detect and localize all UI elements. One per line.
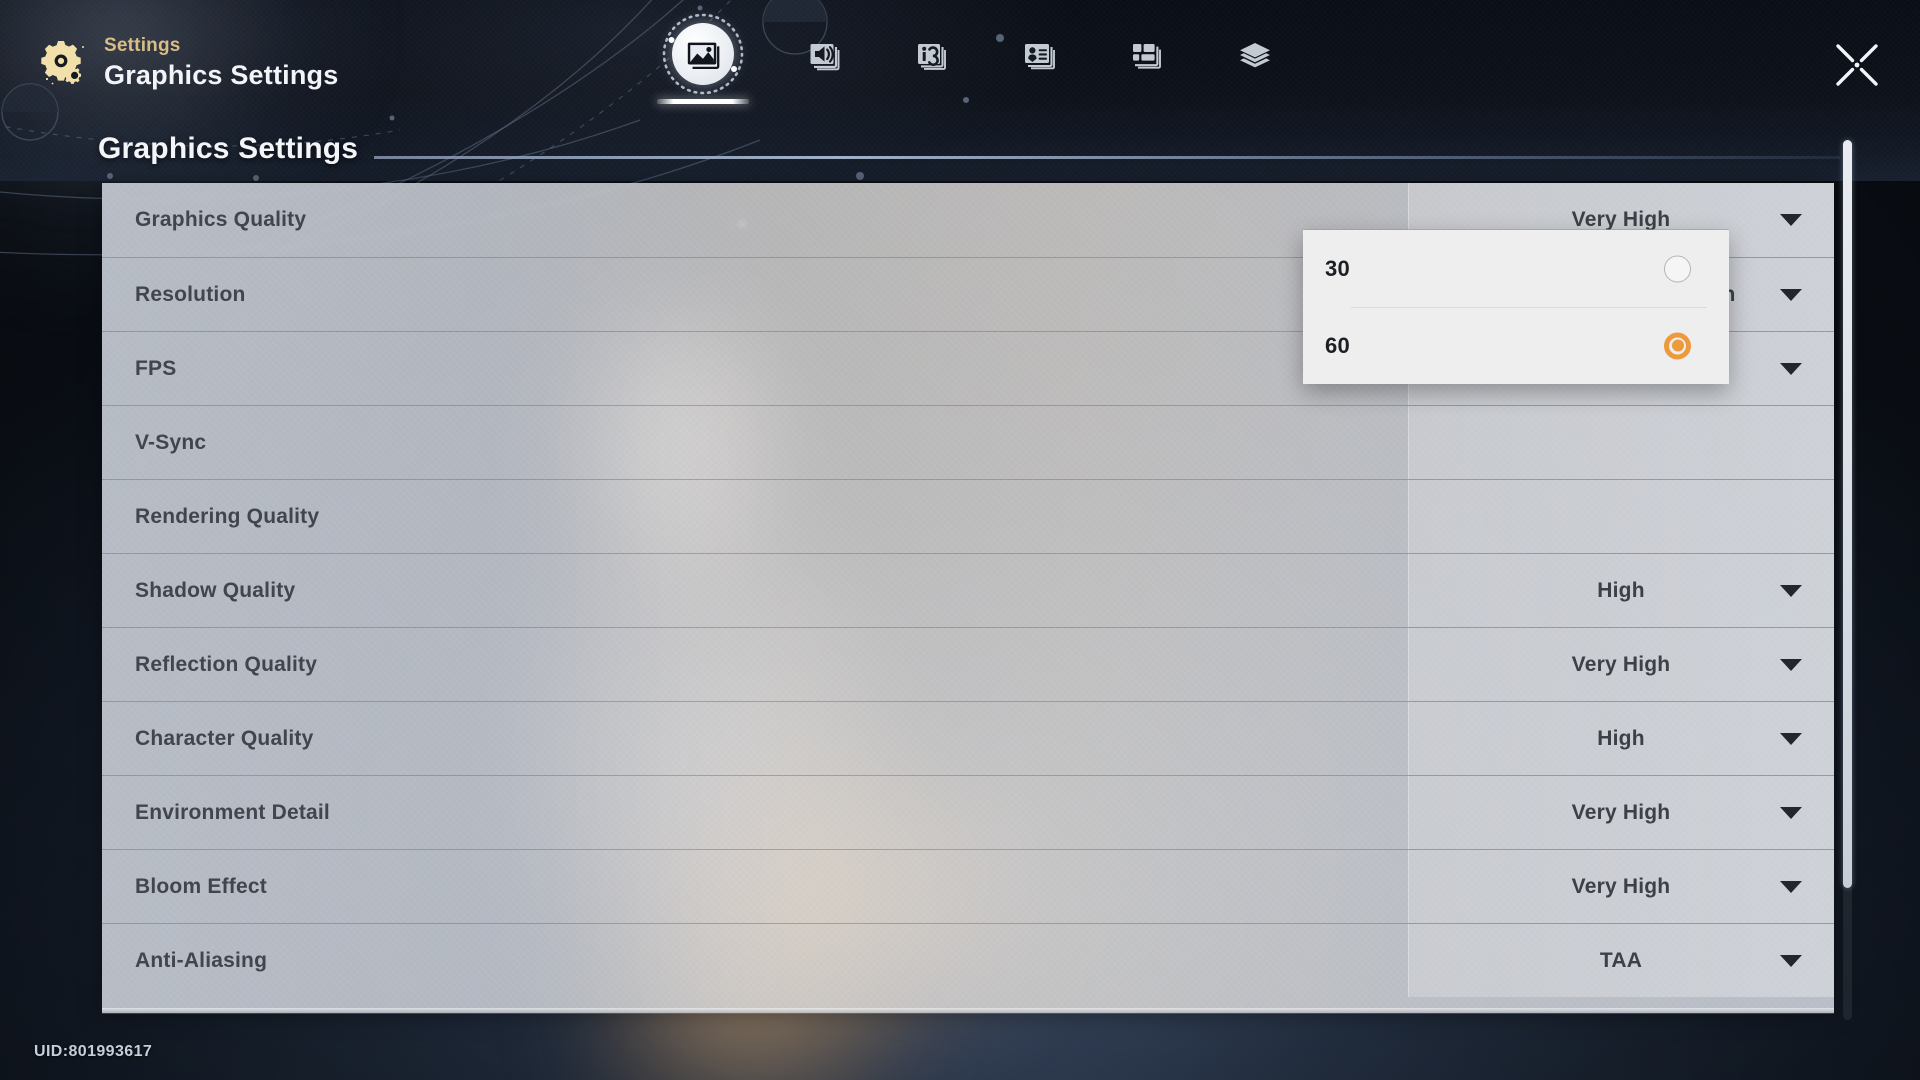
- section-header: Graphics Settings: [98, 134, 1840, 164]
- settings-row-label: Environment Detail: [135, 800, 330, 824]
- settings-row-label: Reflection Quality: [135, 652, 318, 676]
- fps-dropdown-menu[interactable]: 30 60: [1303, 230, 1729, 384]
- settings-row-value-dropdown[interactable]: Very High: [1408, 850, 1834, 923]
- settings-row-value-text: Very High: [1571, 874, 1671, 898]
- chevron-down-icon: [1780, 214, 1802, 226]
- settings-row-value-dropdown[interactable]: [1408, 406, 1834, 479]
- layout-grid-icon: [1133, 44, 1161, 69]
- dropdown-option-label: 30: [1325, 255, 1351, 281]
- dropdown-option-label: 60: [1325, 332, 1351, 358]
- settings-row-value-text: Very High: [1571, 652, 1671, 676]
- dropdown-option[interactable]: 60: [1303, 307, 1729, 384]
- settings-row-label: Rendering Quality: [135, 504, 320, 528]
- settings-row-value-text: High: [1597, 578, 1645, 602]
- settings-row: Environment Detail Very High: [102, 775, 1834, 849]
- language-i3-icon: [918, 44, 946, 70]
- settings-row-label: Shadow Quality: [135, 578, 296, 602]
- tab-active-underline: [657, 99, 749, 104]
- dropdown-option[interactable]: 30: [1303, 230, 1729, 307]
- settings-row-value-text: High: [1597, 726, 1645, 750]
- chevron-down-icon: [1780, 658, 1802, 671]
- tab-audio[interactable]: [792, 18, 854, 90]
- brand-category: Settings: [104, 35, 181, 56]
- chevron-down-icon: [1780, 732, 1802, 745]
- speaker-volume-icon: [810, 44, 840, 71]
- settings-row-value-dropdown[interactable]: TAA: [1408, 924, 1834, 997]
- gear-icon: [38, 37, 90, 89]
- chevron-down-icon: [1780, 288, 1802, 301]
- chevron-down-icon: [1780, 806, 1802, 819]
- image-picture-icon: [687, 42, 720, 70]
- settings-row-value-text: Very High: [1571, 800, 1671, 824]
- vertical-scrollbar-thumb[interactable]: [1843, 140, 1852, 888]
- settings-row-label: Anti-Aliasing: [135, 948, 268, 972]
- chevron-down-icon: [1780, 362, 1802, 375]
- settings-row-label: Graphics Quality: [135, 208, 307, 231]
- tab-other[interactable]: [1224, 18, 1286, 90]
- panel-bottom-edge: [102, 1008, 1834, 1014]
- settings-row-value-dropdown[interactable]: High: [1408, 554, 1834, 627]
- settings-tab-bar[interactable]: [657, 13, 1286, 104]
- settings-row-value-dropdown[interactable]: Very High: [1408, 628, 1834, 701]
- uid-label: UID:801993617: [34, 1043, 153, 1060]
- vertical-scrollbar-track[interactable]: [1843, 140, 1852, 1020]
- page-title: Graphics Settings: [98, 132, 359, 165]
- tab-account[interactable]: [1008, 18, 1070, 90]
- settings-row-value-dropdown[interactable]: [1408, 480, 1834, 553]
- settings-row-value-dropdown[interactable]: Very High: [1408, 776, 1834, 849]
- close-x-icon: [1836, 44, 1878, 86]
- tab-language[interactable]: [900, 18, 962, 90]
- settings-brand: Settings Graphics Settings: [38, 36, 338, 89]
- close-button[interactable]: [1828, 36, 1886, 94]
- settings-row: Anti-Aliasing TAA: [102, 923, 1834, 997]
- radio-unselected-icon[interactable]: [1664, 255, 1691, 282]
- layers-stack-icon: [1240, 43, 1270, 68]
- settings-row-value-dropdown[interactable]: High: [1408, 702, 1834, 775]
- settings-row-value-text: Very High: [1571, 208, 1671, 231]
- radio-selected-icon[interactable]: [1664, 332, 1691, 359]
- chevron-down-icon: [1780, 954, 1802, 967]
- tab-graphics[interactable]: [657, 13, 749, 104]
- brand-title: Graphics Settings: [104, 60, 339, 90]
- settings-row: Rendering Quality: [102, 479, 1834, 553]
- settings-row-label: Resolution: [135, 282, 246, 306]
- settings-row-label: V-Sync: [135, 430, 207, 454]
- settings-row: Shadow Quality High: [102, 553, 1834, 627]
- settings-row-value-text: TAA: [1599, 948, 1643, 972]
- chevron-down-icon: [1780, 584, 1802, 597]
- section-divider: [374, 156, 1840, 159]
- settings-row-label: FPS: [135, 356, 177, 380]
- settings-row: Character Quality High: [102, 701, 1834, 775]
- settings-row-label: Character Quality: [135, 726, 314, 750]
- settings-row: Reflection Quality Very High: [102, 627, 1834, 701]
- settings-row: Bloom Effect Very High: [102, 849, 1834, 923]
- settings-row: V-Sync: [102, 405, 1834, 479]
- tab-interface[interactable]: [1116, 18, 1178, 90]
- id-card-person-icon: [1025, 44, 1055, 70]
- header-glow: [0, 0, 380, 210]
- chevron-down-icon: [1780, 880, 1802, 893]
- settings-row-label: Bloom Effect: [135, 874, 267, 898]
